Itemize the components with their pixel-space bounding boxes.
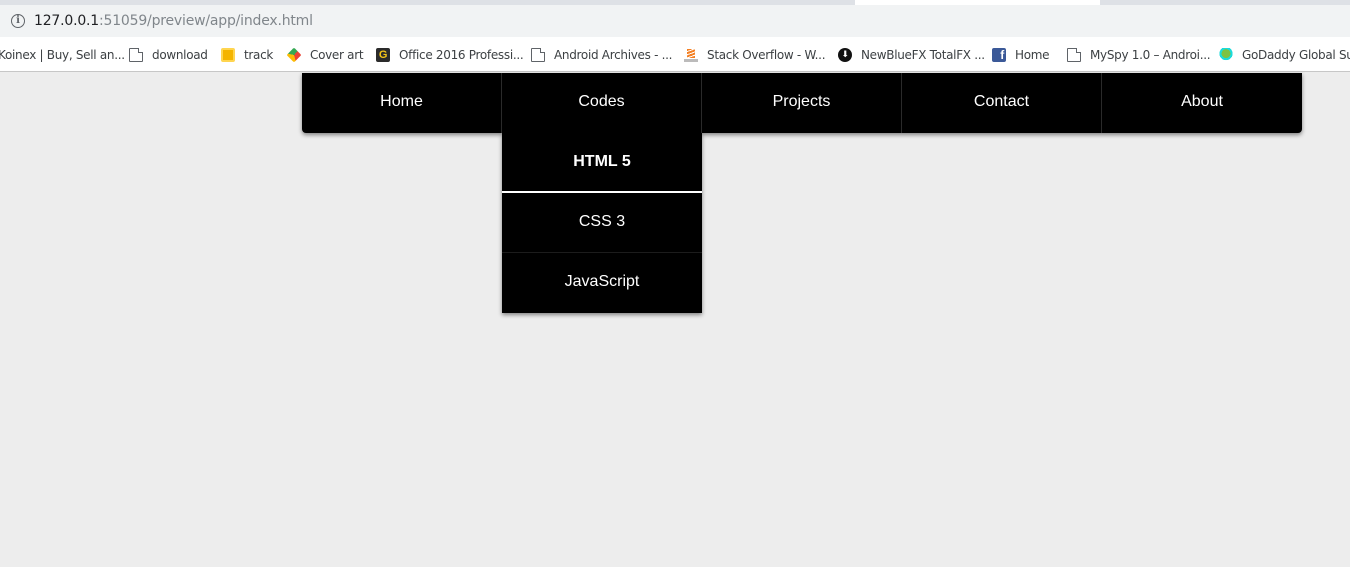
dropdown-item-html5[interactable]: HTML 5 <box>502 133 702 193</box>
bookmark-download[interactable]: download <box>129 46 208 64</box>
bookmark-newbluefx[interactable]: ⬇ NewBlueFX TotalFX ... <box>838 46 985 64</box>
stackoverflow-icon <box>684 48 698 62</box>
bookmark-label: Koinex | Buy, Sell an... <box>0 48 125 62</box>
url-path: :51059/preview/app/index.html <box>99 13 313 29</box>
download-circle-icon: ⬇ <box>838 48 852 62</box>
track-icon <box>221 48 235 62</box>
codes-dropdown: HTML 5 CSS 3 JavaScript <box>502 133 702 313</box>
google-drive-icon <box>286 47 302 63</box>
bookmark-label: Cover art <box>310 48 364 62</box>
bookmarks-bar: Koinex | Buy, Sell an... download track … <box>0 37 1350 72</box>
office-g-icon: G <box>376 48 390 62</box>
bookmark-label: GoDaddy Global Su... <box>1242 48 1350 62</box>
address-bar[interactable]: i 127.0.0.1:51059/preview/app/index.html <box>0 5 1350 37</box>
url-host: 127.0.0.1 <box>34 13 99 29</box>
main-nav: Home Codes Projects Contact About <box>302 73 1302 133</box>
bookmark-track[interactable]: track <box>221 46 273 64</box>
nav-about[interactable]: About <box>1102 73 1302 133</box>
bookmark-label: Android Archives - ... <box>554 48 673 62</box>
bookmark-cover-art[interactable]: Cover art <box>286 46 364 64</box>
nav-contact[interactable]: Contact <box>902 73 1102 133</box>
facebook-icon: f <box>992 48 1006 62</box>
bookmark-label: Office 2016 Professi... <box>399 48 524 62</box>
page-icon <box>129 48 143 62</box>
bookmark-myspy[interactable]: MySpy 1.0 – Androi... <box>1067 46 1211 64</box>
bookmark-label: track <box>244 48 274 62</box>
bookmark-label: Home <box>1015 48 1050 62</box>
dropdown-item-javascript[interactable]: JavaScript <box>502 253 702 313</box>
bookmark-label: MySpy 1.0 – Androi... <box>1090 48 1211 62</box>
bookmark-koinex[interactable]: Koinex | Buy, Sell an... <box>0 46 125 64</box>
bookmark-godaddy[interactable]: GoDaddy Global Su... <box>1219 46 1350 64</box>
page-icon <box>531 48 545 62</box>
bookmark-stackoverflow[interactable]: Stack Overflow - W... <box>684 46 826 64</box>
nav-codes[interactable]: Codes <box>502 73 702 133</box>
url-text[interactable]: 127.0.0.1:51059/preview/app/index.html <box>34 13 313 29</box>
bookmark-facebook-home[interactable]: f Home <box>992 46 1050 64</box>
bookmark-android-archives[interactable]: Android Archives - ... <box>531 46 672 64</box>
page-icon <box>1067 48 1081 62</box>
nav-projects[interactable]: Projects <box>702 73 902 133</box>
dropdown-item-css3[interactable]: CSS 3 <box>502 193 702 253</box>
godaddy-icon <box>1219 48 1233 62</box>
bookmark-label: Stack Overflow - W... <box>707 48 826 62</box>
info-icon[interactable]: i <box>11 14 25 28</box>
nav-home[interactable]: Home <box>302 73 502 133</box>
bookmark-label: NewBlueFX TotalFX ... <box>861 48 985 62</box>
bookmark-office[interactable]: G Office 2016 Professi... <box>376 46 524 64</box>
bookmark-label: download <box>152 48 208 62</box>
